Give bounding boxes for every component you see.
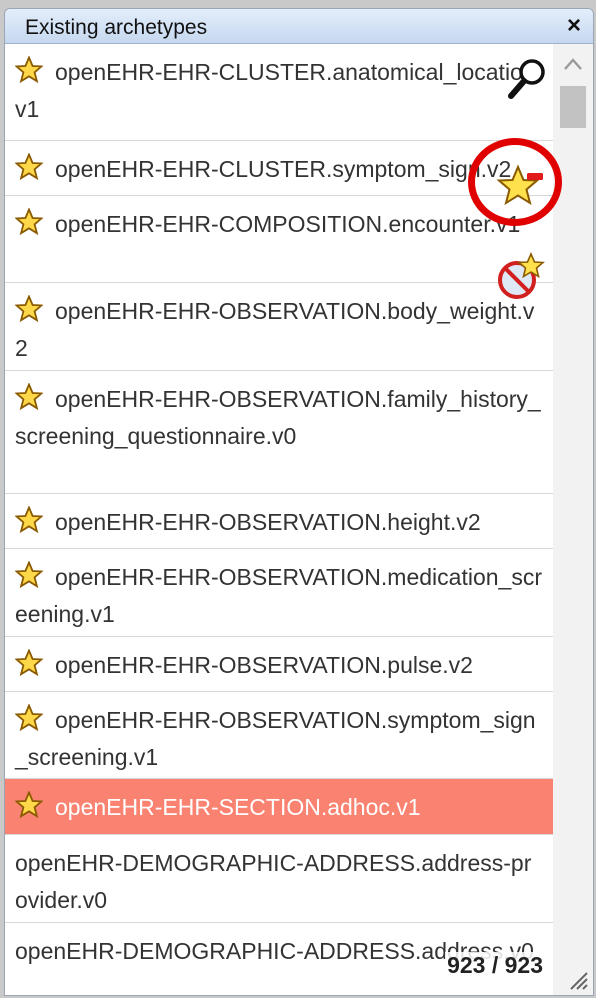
favorite-star-icon <box>15 208 43 236</box>
favorite-star-icon <box>15 561 43 589</box>
panel-title: Existing archetypes <box>25 16 208 39</box>
archetype-label: openEHR-EHR-OBSERVATION.family_history_s… <box>15 386 541 449</box>
resize-grip-icon[interactable] <box>565 967 589 991</box>
archetype-row[interactable]: openEHR-EHR-OBSERVATION.pulse.v2 <box>5 637 553 692</box>
archetype-row[interactable]: openEHR-EHR-OBSERVATION.body_weight.v2 <box>5 283 553 371</box>
archetype-label: openEHR-EHR-CLUSTER.symptom_sign.v2 <box>55 156 512 182</box>
scroll-thumb[interactable] <box>560 86 586 128</box>
archetype-row[interactable]: openEHR-EHR-CLUSTER.symptom_sign.v2 <box>5 141 553 196</box>
archetype-label: openEHR-EHR-OBSERVATION.symptom_sign_scr… <box>15 707 536 770</box>
archetype-label: openEHR-EHR-SECTION.adhoc.v1 <box>55 794 421 820</box>
panel-titlebar: Existing archetypes × <box>5 9 593 44</box>
archetype-row[interactable]: openEHR-EHR-COMPOSITION.encounter.v1 <box>5 196 553 283</box>
archetype-label: openEHR-EHR-OBSERVATION.height.v2 <box>55 509 481 535</box>
vertical-scrollbar[interactable] <box>553 44 593 995</box>
favorite-star-icon <box>15 295 43 323</box>
favorite-star-icon <box>15 649 43 677</box>
favorite-star-icon <box>15 506 43 534</box>
star-remove-icon[interactable] <box>495 250 545 302</box>
favorite-star-icon <box>15 153 43 181</box>
result-count: 923 / 923 <box>445 952 545 979</box>
star-add-icon[interactable] <box>494 164 546 208</box>
archetype-row[interactable]: openEHR-EHR-CLUSTER.anatomical_location.… <box>5 44 553 141</box>
favorite-star-icon <box>15 791 43 819</box>
archetype-label: openEHR-EHR-OBSERVATION.body_weight.v2 <box>15 298 535 361</box>
archetypes-panel: Existing archetypes × openEHR-EHR-CLUSTE… <box>4 8 594 996</box>
archetype-label: openEHR-EHR-OBSERVATION.medication_scree… <box>15 564 542 627</box>
archetype-row[interactable]: openEHR-EHR-OBSERVATION.family_history_s… <box>5 371 553 494</box>
archetype-list[interactable]: openEHR-EHR-CLUSTER.anatomical_location.… <box>5 44 553 995</box>
archetype-label: openEHR-DEMOGRAPHIC-ADDRESS.address-prov… <box>15 850 532 913</box>
favorite-star-icon <box>15 383 43 411</box>
archetype-row[interactable]: openEHR-EHR-OBSERVATION.symptom_sign_scr… <box>5 692 553 779</box>
scroll-up-arrow-icon[interactable] <box>563 56 583 72</box>
close-button[interactable]: × <box>567 13 581 39</box>
archetype-row[interactable]: openEHR-DEMOGRAPHIC-ADDRESS.address-prov… <box>5 835 553 923</box>
archetype-row[interactable]: openEHR-EHR-OBSERVATION.height.v2 <box>5 494 553 549</box>
archetype-label: openEHR-EHR-COMPOSITION.encounter.v1 <box>55 211 521 237</box>
magnifier-icon[interactable] <box>506 56 548 100</box>
archetype-label: openEHR-EHR-OBSERVATION.pulse.v2 <box>55 652 473 678</box>
archetype-row[interactable]: openEHR-EHR-SECTION.adhoc.v1 <box>5 779 553 835</box>
favorite-star-icon <box>15 56 43 84</box>
favorite-star-icon <box>15 704 43 732</box>
archetype-label: openEHR-EHR-CLUSTER.anatomical_location.… <box>15 59 543 122</box>
archetype-row[interactable]: openEHR-EHR-OBSERVATION.medication_scree… <box>5 549 553 637</box>
